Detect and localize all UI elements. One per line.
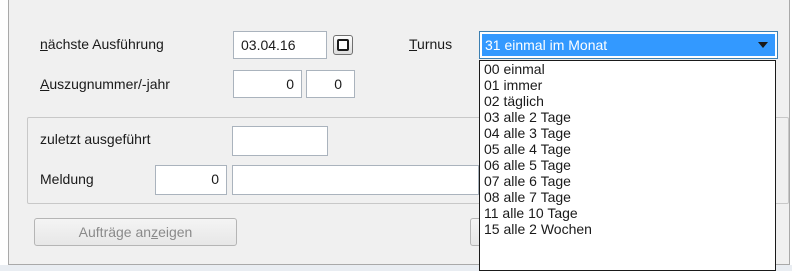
interval-option[interactable]: 00 einmal [480,61,775,77]
calendar-icon [337,39,349,51]
interval-option[interactable]: 08 alle 7 Tage [480,189,775,205]
statement-label: Auszugnummer/-jahr [40,76,170,92]
interval-option[interactable]: 15 alle 2 Wochen [480,221,775,237]
interval-option[interactable]: 11 alle 10 Tage [480,205,775,221]
message-text-field[interactable] [232,165,479,195]
interval-option[interactable]: 03 alle 2 Tage [480,109,775,125]
interval-option[interactable]: 01 immer [480,77,775,93]
interval-option[interactable]: 07 alle 6 Tage [480,173,775,189]
next-execution-label: nächste Ausführung [40,36,164,52]
interval-option[interactable]: 02 täglich [480,93,775,109]
last-executed-field[interactable] [232,126,328,156]
interval-dropdown-list[interactable]: 00 einmal 01 immer 02 täglich 03 alle 2 … [479,60,776,271]
statement-year-field[interactable]: 0 [306,70,355,98]
message-count-field[interactable]: 0 [155,165,227,195]
calendar-button[interactable] [333,35,353,55]
interval-option[interactable]: 06 alle 5 Tage [480,157,775,173]
interval-option[interactable]: 05 alle 4 Tage [480,141,775,157]
interval-selected-value: 31 einmal im Monat [482,34,775,56]
interval-option[interactable]: 04 alle 3 Tage [480,125,775,141]
next-execution-date-field[interactable]: 03.04.16 [233,31,327,59]
interval-combobox[interactable]: 31 einmal im Monat [479,31,778,59]
message-label: Meldung [40,171,94,187]
last-executed-label: zuletzt ausgeführt [40,131,151,147]
show-orders-button[interactable]: Aufträge anzeigen [34,218,237,246]
chevron-down-icon[interactable] [758,42,768,48]
statement-number-field[interactable]: 0 [233,70,302,98]
interval-label: Turnus [409,36,453,52]
